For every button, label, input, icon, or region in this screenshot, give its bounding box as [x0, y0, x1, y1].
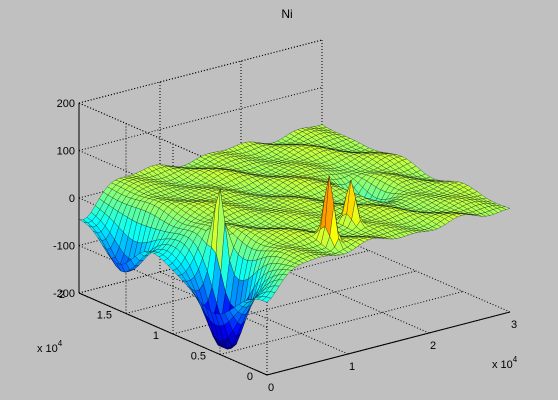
surface-chart: -200-100010020000.511.520123 Ni x 104 x …: [0, 0, 558, 400]
chart-title: Ni: [281, 7, 292, 21]
z-tick-label: 200: [57, 98, 75, 110]
y-tick-label: 1.5: [97, 310, 112, 322]
y-tick-label: 1: [153, 330, 159, 342]
z-tick-label: 100: [57, 146, 75, 158]
x-tick-label: 3: [511, 319, 517, 331]
y-tick-label: 2: [59, 289, 65, 301]
x-tick-label: 0: [268, 382, 274, 394]
z-tick-label: -100: [53, 241, 75, 253]
x-tick-label: 1: [349, 361, 355, 373]
y-tick-label: 0: [247, 371, 253, 383]
x-tick-label: 2: [430, 340, 436, 352]
y-tick-label: 0.5: [191, 351, 206, 363]
z-tick-label: 0: [69, 193, 75, 205]
